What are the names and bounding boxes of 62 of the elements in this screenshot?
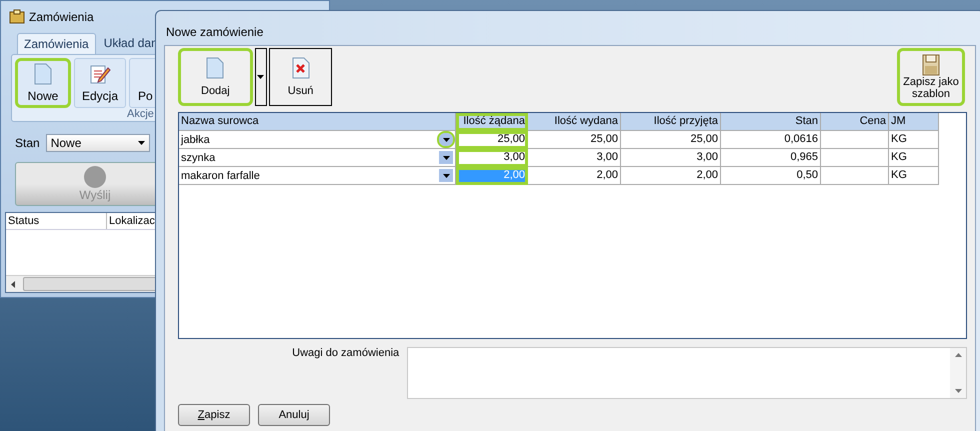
column-header[interactable]: Status: [6, 213, 107, 229]
table-cell: [821, 149, 889, 167]
toolbar-button[interactable]: Usuń: [268, 48, 332, 106]
table-cell: 25,00: [621, 131, 721, 149]
table-cell-text: makaron farfalle: [181, 168, 260, 184]
table-cell: 0,50: [721, 167, 821, 185]
page-icon: [206, 57, 224, 79]
table-cell: 25,00: [528, 131, 621, 149]
dropdown-arrow-button[interactable]: [254, 48, 267, 106]
cancel-button[interactable]: Anuluj: [258, 404, 330, 426]
table-cell: [821, 167, 889, 185]
table-cell: 3,00: [621, 149, 721, 167]
save-button[interactable]: Zapisz: [178, 404, 250, 426]
page-icon: [34, 63, 52, 85]
ribbon-button[interactable]: Nowe: [15, 58, 71, 108]
table-cell: KG: [889, 131, 939, 149]
column-header[interactable]: Nazwa surowca: [179, 113, 456, 131]
scroll-down-icon[interactable]: [954, 389, 962, 393]
column-header[interactable]: JM: [889, 113, 939, 131]
caret-icon: [442, 138, 450, 142]
caret-icon: [257, 75, 264, 79]
ribbon-tab[interactable]: Zamówienia: [17, 33, 96, 54]
table-cell-text: jabłka: [181, 132, 210, 148]
notes-field[interactable]: [407, 347, 967, 399]
table-cell: 3,00: [528, 149, 621, 167]
table-cell: 2,00: [528, 167, 621, 185]
group-label: Akcje: [127, 108, 154, 120]
column-header[interactable]: Stan: [721, 113, 821, 131]
column-header[interactable]: Ilość wydana: [528, 113, 621, 131]
table-cell: 2,00: [621, 167, 721, 185]
column-header[interactable]: Ilość żądana: [456, 113, 528, 131]
caret-icon: [442, 156, 450, 160]
state-dropdown[interactable]: Nowe: [46, 134, 150, 152]
save-template-button[interactable]: Zapisz jako szablon: [897, 48, 965, 106]
column-header[interactable]: Cena: [821, 113, 889, 131]
column-header[interactable]: Lokalizac: [107, 213, 157, 229]
scroll-left-icon[interactable]: [11, 280, 15, 288]
dialog-title: Nowe zamówienie: [165, 24, 264, 39]
table-cell[interactable]: 25,00: [456, 131, 528, 149]
filter-label: Stan: [15, 136, 40, 150]
table-cell: [821, 131, 889, 149]
delete-page-icon: [292, 57, 310, 79]
table-cell: KG: [889, 149, 939, 167]
table-cell-text: szynka: [181, 150, 216, 166]
window-title: Zamówienia: [29, 10, 94, 24]
dropdown-button[interactable]: [439, 133, 453, 146]
toolbar-button[interactable]: Dodaj: [178, 48, 253, 106]
table-cell: 0,0616: [721, 131, 821, 149]
scroll-up-icon[interactable]: [954, 353, 962, 357]
table-cell[interactable]: 3,00: [456, 149, 528, 167]
notes-label: Uwagi do zamówienia: [291, 347, 400, 361]
caret-icon: [442, 174, 450, 178]
caret-icon: [138, 141, 145, 145]
app-icon: [9, 9, 25, 25]
table-cell: KG: [889, 167, 939, 185]
column-header[interactable]: Ilość przyjęta: [621, 113, 721, 131]
dropdown-button[interactable]: [439, 151, 453, 164]
pencil-page-icon: [89, 63, 111, 85]
ribbon-button[interactable]: Edycja: [74, 58, 126, 108]
vertical-scrollbar[interactable]: [950, 348, 966, 398]
dropdown-button[interactable]: [439, 169, 453, 182]
table-cell: 0,965: [721, 149, 821, 167]
